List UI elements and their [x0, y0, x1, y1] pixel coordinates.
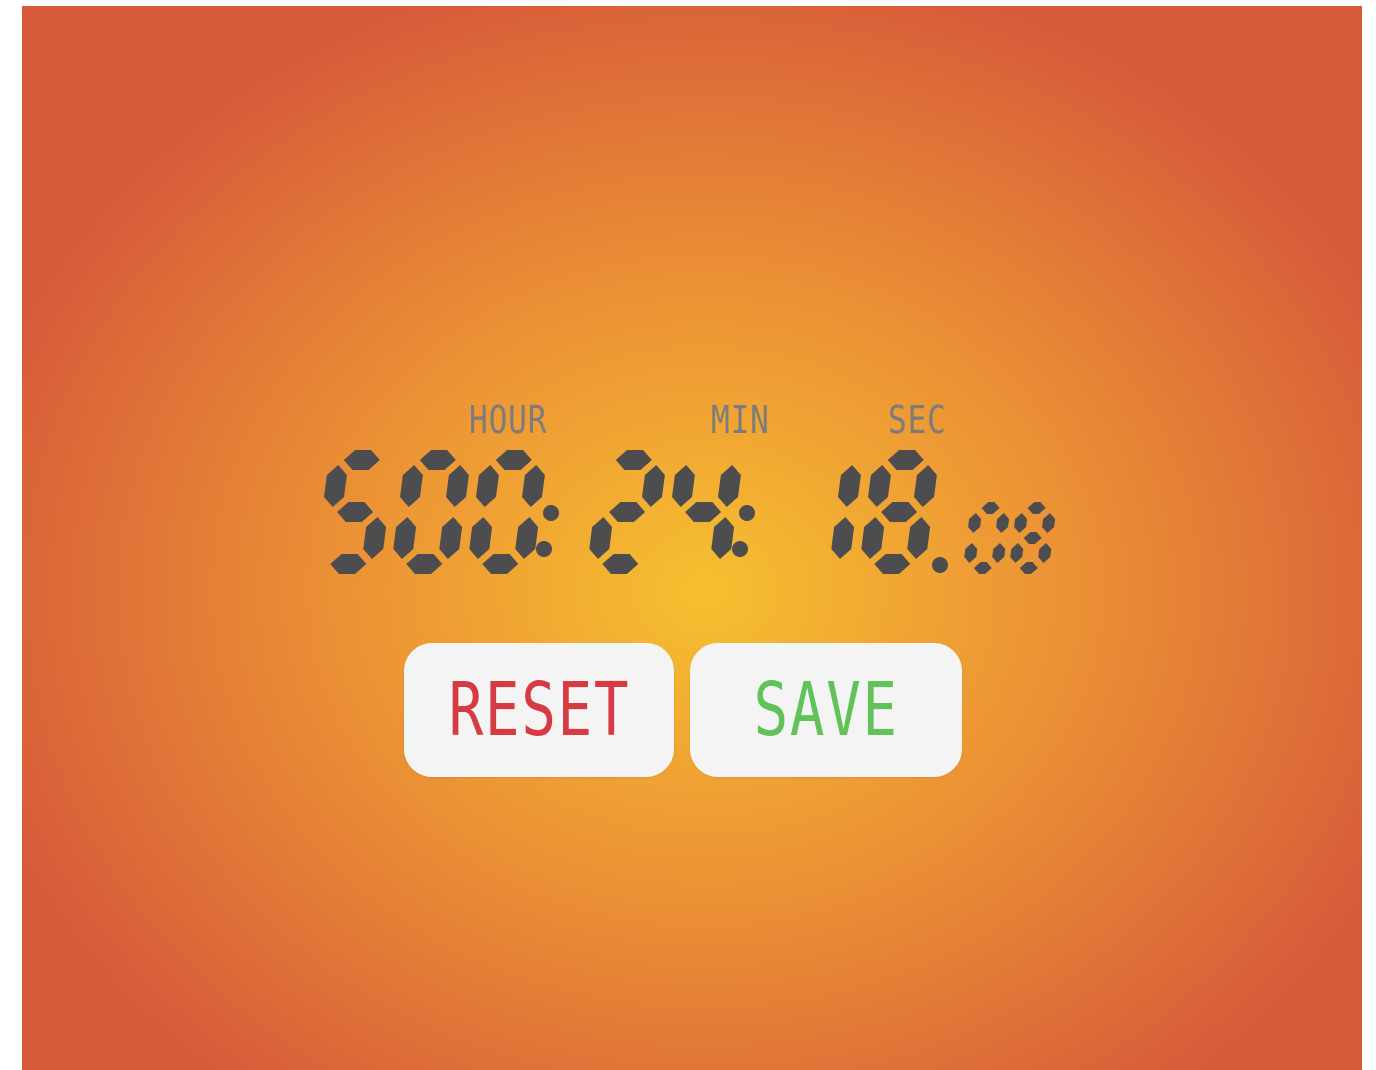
segment-b [446, 465, 469, 507]
segment-g [685, 502, 722, 522]
segment-c [1038, 543, 1052, 563]
hundredths-digit-0 [964, 502, 1010, 574]
segment-d [602, 554, 639, 574]
segment-f [400, 465, 423, 507]
hundredths-digit-1 [1010, 502, 1056, 574]
segment-b [1042, 513, 1056, 533]
segment-a [1027, 502, 1046, 514]
segment-f [324, 465, 347, 507]
segment-b [914, 465, 937, 507]
segment-d [874, 554, 911, 574]
colon-dot-bottom [536, 541, 552, 557]
hour-label: HOUR [469, 398, 548, 442]
second-label: SEC [888, 398, 947, 442]
segment-e [861, 517, 885, 559]
segment-d [973, 562, 992, 574]
segment-c [831, 517, 855, 559]
segment-g [609, 502, 646, 522]
segment-d [406, 554, 443, 574]
segment-a [981, 502, 1000, 514]
segment-e [1010, 543, 1024, 563]
segment-b [838, 465, 861, 507]
segment-a [615, 450, 652, 470]
segment-b [996, 513, 1010, 533]
segment-a [495, 450, 532, 470]
save-button-label: SAVE [753, 667, 899, 753]
segment-a [887, 450, 924, 470]
minute-digit-1 [672, 465, 741, 559]
segment-e [589, 517, 613, 559]
segment-f [476, 465, 499, 507]
segment-b [522, 465, 545, 507]
segment-a [343, 450, 380, 470]
segment-e [393, 517, 417, 559]
segment-g [337, 502, 374, 522]
segment-c [711, 517, 735, 559]
decimal-point [932, 557, 948, 573]
save-button[interactable]: SAVE [690, 643, 962, 777]
segment-d [330, 554, 367, 574]
time-display [324, 450, 1056, 574]
minute-digit-0 [589, 450, 665, 574]
segment-c [439, 517, 463, 559]
segment-d [1019, 562, 1038, 574]
stopwatch-screen: HOUR MIN SEC RESET SAVE [22, 6, 1362, 1070]
segment-c [515, 517, 539, 559]
hour-digit-2 [469, 450, 545, 574]
second-digit-1 [861, 450, 937, 574]
segment-f [968, 513, 982, 533]
segment-c [907, 517, 931, 559]
segment-b [718, 465, 741, 507]
reset-button[interactable]: RESET [404, 643, 674, 777]
segment-a [419, 450, 456, 470]
colon-dot-top [543, 505, 559, 521]
segment-f [672, 465, 695, 507]
hour-digit-0 [324, 450, 387, 574]
segment-g [881, 502, 918, 522]
colon-dot-bottom [732, 541, 748, 557]
colon-dot-top [739, 505, 755, 521]
segment-e [964, 543, 978, 563]
segment-f [1014, 513, 1028, 533]
reset-button-label: RESET [448, 667, 630, 753]
hour-digit-1 [393, 450, 469, 574]
segment-c [992, 543, 1006, 563]
segment-c [363, 517, 387, 559]
segment-f [868, 465, 891, 507]
segment-b [642, 465, 665, 507]
minute-label: MIN [711, 398, 770, 442]
segment-d [482, 554, 519, 574]
segment-g [1023, 532, 1042, 544]
segment-e [469, 517, 493, 559]
second-digit-0 [831, 465, 861, 559]
